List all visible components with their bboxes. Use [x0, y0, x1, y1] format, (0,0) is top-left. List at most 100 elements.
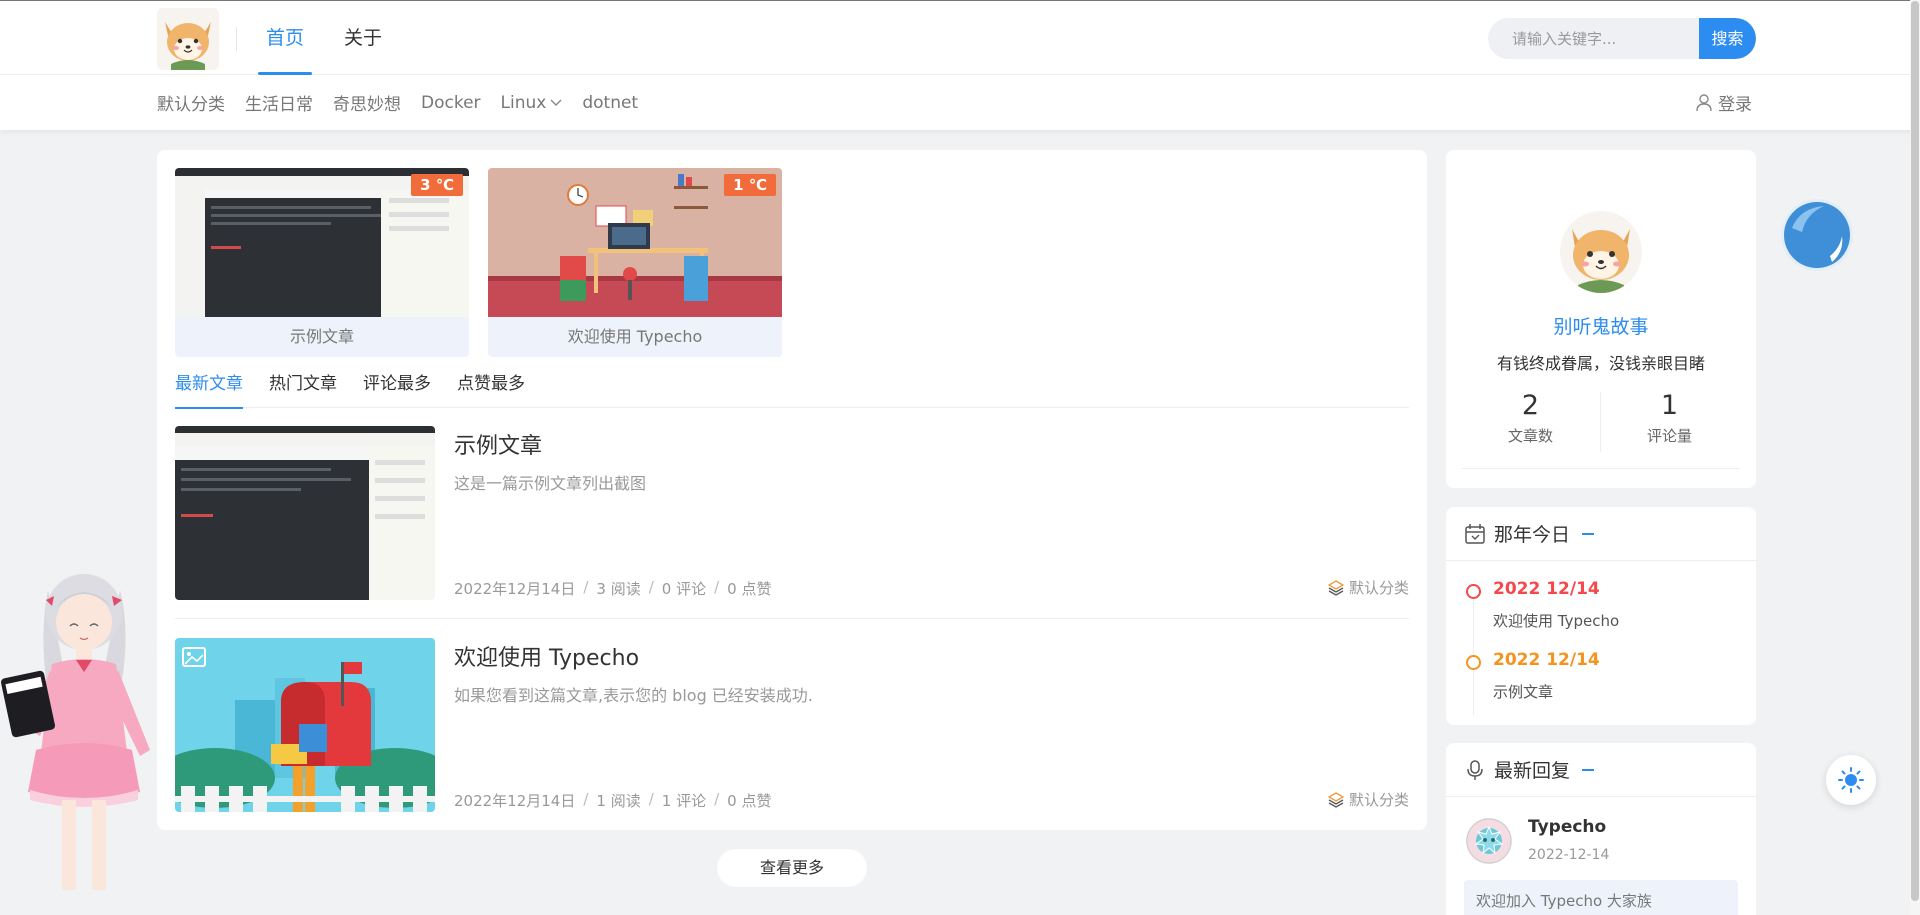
post-item: 欢迎使用 Typecho 如果您看到这篇文章,表示您的 blog 已经安装成功.… — [175, 638, 1409, 813]
post-reads: 3 阅读 — [596, 580, 641, 598]
tab-hot[interactable]: 热门文章 — [269, 368, 337, 408]
post-category-label: 默认分类 — [1348, 579, 1409, 597]
site-logo[interactable] — [157, 8, 219, 70]
featured-title-2: 欢迎使用 Typecho — [567, 327, 703, 346]
timeline-title[interactable]: 欢迎使用 Typecho — [1493, 610, 1619, 631]
post-likes: 0 点赞 — [727, 792, 772, 810]
commenter-avatar[interactable] — [1466, 818, 1512, 864]
search-box: 搜索 — [1488, 18, 1756, 59]
main-nav: 首页 关于 — [258, 1, 414, 75]
post-category[interactable]: 默认分类 — [1327, 789, 1409, 810]
header-main-row: 首页 关于 搜索 — [0, 1, 1920, 75]
scrollbar-thumb[interactable] — [1911, 1, 1919, 901]
profile-name[interactable]: 别听鬼故事 — [1446, 312, 1756, 339]
post-thumbnail[interactable] — [175, 638, 435, 812]
timeline-dot — [1466, 655, 1481, 670]
post-comments: 0 评论 — [661, 580, 707, 598]
recent-replies-widget: 最新回复 Typecho 2022-12-14 欢迎加入 Typecho 大家族 — [1446, 743, 1756, 915]
stat-comments: 1 评论量 — [1601, 390, 1738, 446]
temperature-badge: 3 ℃ — [411, 174, 463, 196]
microphone-icon — [1467, 759, 1483, 780]
commenter-name[interactable]: Typecho — [1528, 817, 1606, 837]
logo-divider — [236, 27, 237, 51]
post-date: 2022年12月14日 — [454, 792, 576, 810]
floating-ball-icon[interactable] — [1780, 198, 1854, 272]
category-default[interactable]: 默认分类 — [157, 90, 225, 115]
login-link[interactable]: 登录 — [1696, 75, 1752, 130]
profile-card: 别听鬼故事 有钱终成眷属，没钱亲眼目睹 2 文章数 1 评论量 — [1446, 150, 1756, 488]
category-ideas[interactable]: 奇思妙想 — [333, 90, 401, 115]
search-button[interactable]: 搜索 — [1699, 18, 1756, 59]
layers-icon — [1327, 791, 1344, 808]
load-more-button[interactable]: 查看更多 — [717, 849, 867, 887]
reply-date: 2022-12-14 — [1528, 847, 1610, 863]
tab-most-likes[interactable]: 点赞最多 — [457, 368, 525, 408]
post-item: 示例文章 这是一篇示例文章列出截图 2022年12月14日/ 3 阅读/ 0 评… — [175, 426, 1409, 601]
category-nav-row: 默认分类 生活日常 奇思妙想 Docker Linux dotnet 登录 — [0, 75, 1920, 130]
featured-title-1: 示例文章 — [289, 327, 354, 346]
chevron-down-icon — [550, 99, 562, 106]
post-meta: 2022年12月14日/ 3 阅读/ 0 评论/ 0 点赞 — [454, 578, 772, 598]
replies-title: 最新回复 — [1494, 760, 1571, 782]
tab-most-comments[interactable]: 评论最多 — [363, 368, 431, 408]
post-reads: 1 阅读 — [596, 792, 641, 810]
timeline-title[interactable]: 示例文章 — [1493, 681, 1553, 702]
reply-content[interactable]: 欢迎加入 Typecho 大家族 — [1464, 880, 1738, 915]
post-category[interactable]: 默认分类 — [1327, 577, 1409, 598]
nav-home[interactable]: 首页 — [258, 1, 313, 75]
history-header: 那年今日 — [1446, 507, 1756, 561]
post-divider — [175, 618, 1409, 619]
post-comments: 1 评论 — [661, 792, 707, 810]
stat-comments-label: 评论量 — [1646, 427, 1692, 445]
nav-about[interactable]: 关于 — [336, 1, 390, 75]
post-excerpt: 如果您看到这篇文章,表示您的 blog 已经安装成功. — [454, 686, 813, 705]
post-meta: 2022年12月14日/ 1 阅读/ 1 评论/ 0 点赞 — [454, 790, 772, 810]
login-label: 登录 — [1718, 95, 1752, 115]
user-icon — [1696, 93, 1712, 111]
theme-toggle-button[interactable] — [1826, 755, 1876, 805]
featured-post-1[interactable]: 3 ℃ 示例文章 — [175, 168, 469, 357]
category-dotnet[interactable]: dotnet — [582, 93, 638, 113]
sun-icon — [1838, 767, 1864, 793]
post-title[interactable]: 欢迎使用 Typecho — [454, 640, 639, 672]
live2d-mascot[interactable] — [0, 560, 170, 895]
main-content-card: 3 ℃ 示例文章 1 ℃ 欢迎使用 Typecho 最新文章 热门文章 评论最多… — [157, 150, 1427, 830]
layers-icon — [1327, 579, 1344, 596]
post-date: 2022年12月14日 — [454, 580, 576, 598]
tab-latest[interactable]: 最新文章 — [175, 368, 243, 409]
avatar[interactable] — [1560, 211, 1642, 293]
page-scrollbar[interactable] — [1910, 0, 1920, 915]
title-dash — [1582, 768, 1595, 771]
category-docker[interactable]: Docker — [421, 93, 481, 113]
featured-post-2[interactable]: 1 ℃ 欢迎使用 Typecho — [488, 168, 782, 357]
post-category-label: 默认分类 — [1348, 791, 1409, 809]
post-excerpt: 这是一篇示例文章列出截图 — [454, 474, 647, 493]
search-input[interactable] — [1488, 18, 1700, 59]
post-thumbnail[interactable] — [175, 426, 435, 600]
temperature-badge: 1 ℃ — [724, 174, 776, 196]
timeline-date: 2022 12/14 — [1493, 579, 1600, 599]
timeline-dot — [1466, 584, 1481, 599]
title-dash — [1582, 532, 1595, 535]
site-header: 首页 关于 搜索 默认分类 生活日常 奇思妙想 Docker Linux dot… — [0, 1, 1920, 130]
history-widget: 那年今日 2022 12/14 欢迎使用 Typecho 2022 12/14 … — [1446, 507, 1756, 725]
post-title[interactable]: 示例文章 — [454, 428, 542, 460]
profile-divider — [1462, 468, 1740, 469]
stat-posts-label: 文章数 — [1507, 427, 1553, 445]
stat-posts-count: 2 — [1521, 390, 1540, 421]
calendar-icon — [1465, 523, 1485, 544]
history-title: 那年今日 — [1494, 524, 1571, 546]
stat-comments-count: 1 — [1660, 390, 1679, 421]
category-nav: 默认分类 生活日常 奇思妙想 Docker Linux dotnet — [157, 75, 658, 130]
featured-thumbnail-1: 3 ℃ — [175, 168, 469, 317]
category-life[interactable]: 生活日常 — [245, 90, 313, 115]
replies-header: 最新回复 — [1446, 743, 1756, 797]
profile-motto: 有钱终成眷属，没钱亲眼目睹 — [1496, 354, 1705, 373]
timeline-date: 2022 12/14 — [1493, 650, 1600, 670]
featured-thumbnail-2: 1 ℃ — [488, 168, 782, 317]
category-linux[interactable]: Linux — [501, 93, 563, 113]
stat-posts: 2 文章数 — [1462, 390, 1599, 446]
post-tabs: 最新文章 热门文章 评论最多 点赞最多 — [175, 368, 1409, 409]
post-likes: 0 点赞 — [727, 580, 772, 598]
category-linux-label: Linux — [500, 92, 547, 113]
